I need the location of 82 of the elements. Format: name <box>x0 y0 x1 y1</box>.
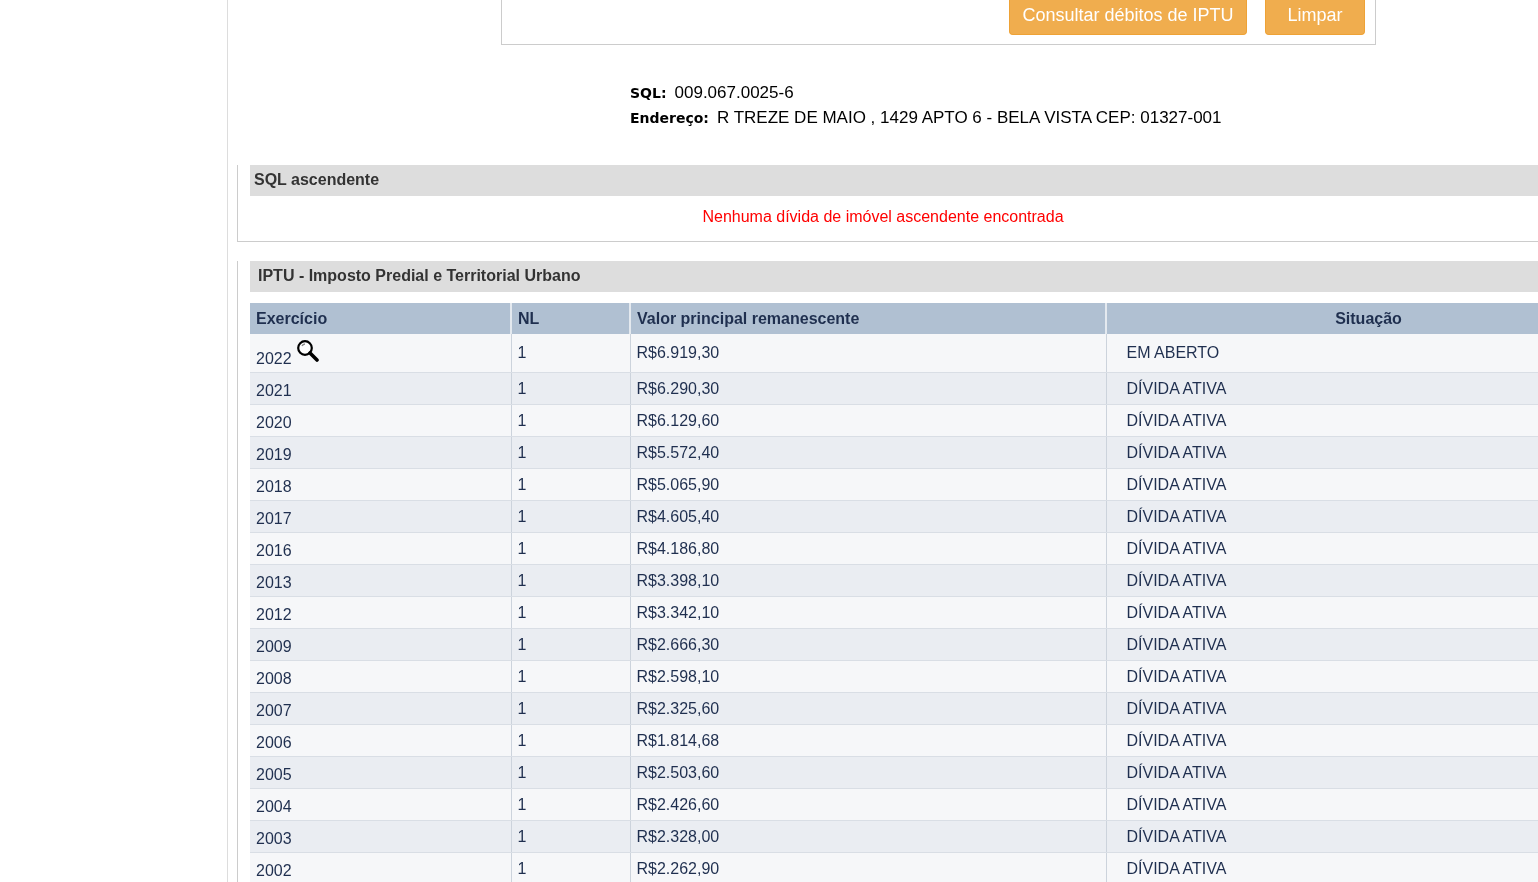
table-cell: 2017 <box>250 500 511 533</box>
table-cell: 2018 <box>250 468 511 501</box>
column-header: Exercício <box>250 303 511 334</box>
table-cell: 1 <box>511 724 630 757</box>
table-cell: 2013 <box>250 564 511 597</box>
table-cell: 2008 <box>250 660 511 693</box>
table-cell: R$1.814,68 <box>630 724 1106 757</box>
table-cell: DÍVIDA ATIVA <box>1106 788 1538 821</box>
table-cell: DÍVIDA ATIVA <box>1106 404 1538 437</box>
table-cell: 1 <box>511 500 630 533</box>
table-cell: DÍVIDA ATIVA <box>1106 628 1538 661</box>
table-cell: DÍVIDA ATIVA <box>1106 372 1538 405</box>
table-cell: DÍVIDA ATIVA <box>1106 660 1538 693</box>
table-cell: R$3.342,10 <box>630 596 1106 629</box>
table-cell: DÍVIDA ATIVA <box>1106 820 1538 853</box>
table-cell: R$4.605,40 <box>630 500 1106 533</box>
table-cell: R$2.598,10 <box>630 660 1106 693</box>
table-cell: 1 <box>511 468 630 501</box>
table-cell: DÍVIDA ATIVA <box>1106 852 1538 882</box>
table-cell: 1 <box>511 372 630 405</box>
table-cell: EM ABERTO <box>1106 334 1538 373</box>
table-cell: DÍVIDA ATIVA <box>1106 468 1538 501</box>
table-cell: 2004 <box>250 788 511 821</box>
table-cell: R$3.398,10 <box>630 564 1106 597</box>
table-cell: DÍVIDA ATIVA <box>1106 564 1538 597</box>
table-cell: R$2.328,00 <box>630 820 1106 853</box>
table-cell: 1 <box>511 692 630 725</box>
table-cell: 2003 <box>250 820 511 853</box>
table-cell: R$5.065,90 <box>630 468 1106 501</box>
table-cell: 2007 <box>250 692 511 725</box>
field-value: R TREZE DE MAIO , 1429 APTO 6 - BELA VISTA CEP: 01327-001 <box>716 108 1222 128</box>
table-cell: R$2.426,60 <box>630 788 1106 821</box>
field-label: SQL: <box>630 85 667 101</box>
table-cell: 1 <box>511 628 630 661</box>
clear-button[interactable]: Limpar <box>1265 0 1365 35</box>
table-cell: 2021 <box>250 372 511 405</box>
table-cell: DÍVIDA ATIVA <box>1106 724 1538 757</box>
field-label: Endereço: <box>630 110 709 126</box>
column-header: NL <box>511 303 630 334</box>
table-cell: DÍVIDA ATIVA <box>1106 436 1538 469</box>
table-cell: 1 <box>511 820 630 853</box>
table-cell: R$6.919,30 <box>630 334 1106 373</box>
table-cell: DÍVIDA ATIVA <box>1106 692 1538 725</box>
table-cell: R$5.572,40 <box>630 436 1106 469</box>
table-cell: 2022 <box>250 334 511 373</box>
table-cell: 1 <box>511 596 630 629</box>
table-cell: R$4.186,80 <box>630 532 1106 565</box>
table-cell: DÍVIDA ATIVA <box>1106 756 1538 789</box>
column-header: Situação <box>1106 303 1538 334</box>
table-cell: 2020 <box>250 404 511 437</box>
table-cell: 2016 <box>250 532 511 565</box>
table-cell: R$6.129,60 <box>630 404 1106 437</box>
table-cell: 1 <box>511 532 630 565</box>
search-icon[interactable] <box>296 338 320 362</box>
field-value: 009.067.0025-6 <box>674 83 794 103</box>
table-cell: R$2.262,90 <box>630 852 1106 882</box>
table-cell: 1 <box>511 852 630 882</box>
table-cell: R$2.325,60 <box>630 692 1106 725</box>
table-cell: 1 <box>511 756 630 789</box>
column-header: Valor principal remanescente <box>630 303 1106 334</box>
table-cell: R$2.666,30 <box>630 628 1106 661</box>
table-cell: 2002 <box>250 852 511 882</box>
consult-button[interactable]: Consultar débitos de IPTU <box>1009 0 1247 35</box>
table-cell: 1 <box>511 788 630 821</box>
table-cell: DÍVIDA ATIVA <box>1106 500 1538 533</box>
table-cell: 2006 <box>250 724 511 757</box>
table-cell: DÍVIDA ATIVA <box>1106 596 1538 629</box>
table-cell: 1 <box>511 436 630 469</box>
empty-message: Nenhuma dívida de imóvel ascendente encontrada <box>702 208 1064 225</box>
table-cell: 2012 <box>250 596 511 629</box>
table-cell: 1 <box>511 660 630 693</box>
table-cell: 2009 <box>250 628 511 661</box>
section-header: IPTU - Imposto Predial e Territorial Urbano <box>250 261 1538 292</box>
table-cell: 2019 <box>250 436 511 469</box>
table-cell: 1 <box>511 404 630 437</box>
section-header: SQL ascendente <box>250 165 1538 196</box>
table-cell: 1 <box>511 334 630 373</box>
table-cell: 2005 <box>250 756 511 789</box>
table-cell: R$2.503,60 <box>630 756 1106 789</box>
table-cell: 1 <box>511 564 630 597</box>
table-cell: DÍVIDA ATIVA <box>1106 532 1538 565</box>
table-cell: R$6.290,30 <box>630 372 1106 405</box>
